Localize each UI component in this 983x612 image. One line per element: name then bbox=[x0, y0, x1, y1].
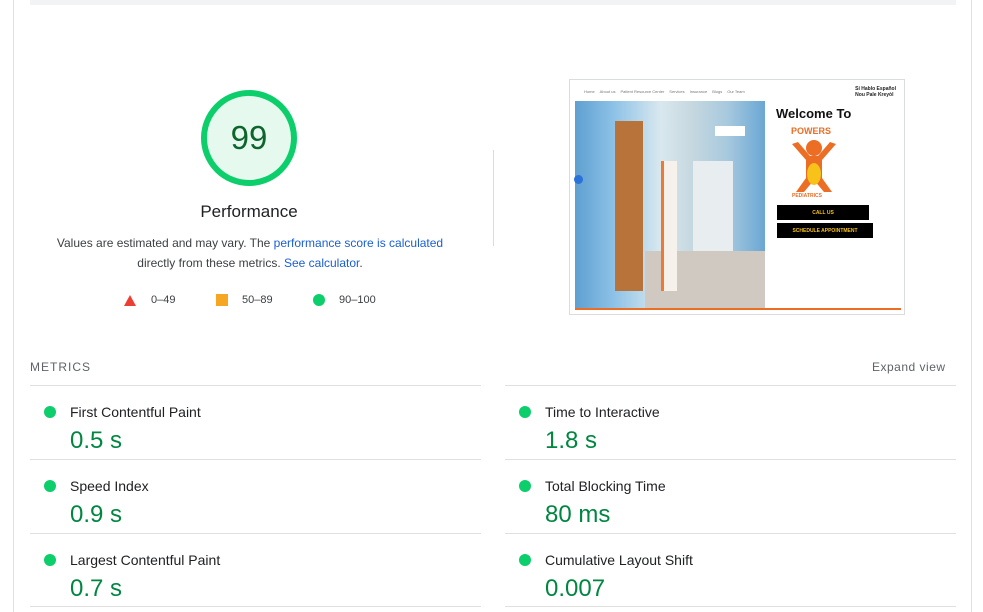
description-text-middle: directly from these metrics. bbox=[137, 256, 284, 270]
metric-value: 0.9 s bbox=[70, 501, 123, 528]
metrics-divider bbox=[505, 385, 956, 386]
pass-circle-icon bbox=[44, 480, 56, 492]
legend-pass: 90–100 bbox=[313, 292, 376, 308]
legend-average: 50–89 bbox=[216, 292, 273, 308]
legend-fail: 0–49 bbox=[124, 292, 175, 308]
legend-pass-label: 90–100 bbox=[339, 294, 376, 306]
thumbnail-hallway-photo bbox=[575, 101, 765, 308]
circle-icon bbox=[313, 294, 325, 306]
thumbnail-nav-item: Insurance bbox=[689, 89, 708, 94]
photo-door bbox=[615, 121, 643, 291]
thumbnail-accent-bar bbox=[575, 308, 901, 310]
metric-first-contentful-paint: First Contentful Paint 0.5 s bbox=[30, 391, 450, 461]
metric-name: Total Blocking Time bbox=[545, 478, 666, 494]
pass-circle-icon bbox=[519, 554, 531, 566]
legend-average-label: 50–89 bbox=[242, 294, 273, 306]
description-text: Values are estimated and may vary. The bbox=[56, 236, 274, 250]
thumbnail-schedule-button: SCHEDULE APPOINTMENT bbox=[777, 223, 873, 238]
thumbnail-nav-item: Blogs bbox=[712, 89, 723, 94]
pass-circle-icon bbox=[44, 406, 56, 418]
metric-value: 0.007 bbox=[545, 575, 606, 602]
thumbnail-nav-item: Our Team bbox=[727, 89, 745, 94]
accessibility-icon bbox=[574, 175, 583, 184]
metric-value: 0.5 s bbox=[70, 427, 123, 454]
metric-value: 1.8 s bbox=[545, 427, 598, 454]
thumbnail-nav-item: Patient Resource Center bbox=[620, 89, 665, 94]
metric-name: Cumulative Layout Shift bbox=[545, 552, 693, 568]
pass-circle-icon bbox=[519, 406, 531, 418]
section-divider bbox=[493, 150, 494, 246]
thumbnail-nav-item: Services bbox=[669, 89, 685, 94]
description-suffix: . bbox=[359, 256, 363, 270]
thumbnail-language-note: Sí Hablo Español Nou Pale Kreyòl bbox=[855, 86, 896, 98]
legend-fail-label: 0–49 bbox=[151, 294, 176, 306]
metric-name: First Contentful Paint bbox=[70, 404, 201, 420]
thumbnail-call-us-button: CALL US bbox=[777, 205, 869, 220]
metric-time-to-interactive: Time to Interactive 1.8 s bbox=[505, 391, 925, 461]
final-screenshot-thumbnail[interactable]: Home About us Patient Resource Center Se… bbox=[569, 79, 905, 315]
metric-name: Time to Interactive bbox=[545, 404, 660, 420]
thumbnail-nav: Home About us Patient Resource Center Se… bbox=[584, 89, 745, 94]
pass-circle-icon bbox=[44, 554, 56, 566]
report-frame-left-border bbox=[13, 0, 14, 612]
metrics-divider bbox=[30, 385, 481, 386]
metric-value: 0.7 s bbox=[70, 575, 123, 602]
thumbnail-nav-item: About us bbox=[599, 89, 616, 94]
photo-ceiling-light bbox=[715, 126, 745, 136]
square-icon bbox=[216, 294, 228, 306]
metric-cumulative-layout-shift: Cumulative Layout Shift 0.007 bbox=[505, 539, 925, 609]
see-calculator-link[interactable]: See calculator bbox=[284, 256, 359, 270]
thumbnail-welcome-heading: Welcome To bbox=[776, 106, 852, 121]
thumbnail-brand-bottom: PEDIATRICS bbox=[792, 193, 822, 199]
thumbnail-nav-item: Home bbox=[584, 89, 595, 94]
performance-title: Performance bbox=[200, 202, 298, 221]
metrics-heading: METRICS bbox=[30, 360, 91, 374]
metric-total-blocking-time: Total Blocking Time 80 ms bbox=[505, 465, 925, 535]
performance-score-link[interactable]: performance score is calculated bbox=[274, 236, 443, 250]
top-section-bar bbox=[30, 0, 956, 5]
metric-name: Speed Index bbox=[70, 478, 149, 494]
metric-speed-index: Speed Index 0.9 s bbox=[30, 465, 450, 535]
performance-description: Values are estimated and may vary. The p… bbox=[40, 233, 460, 273]
powers-pediatrics-logo-icon bbox=[792, 140, 836, 192]
metric-largest-contentful-paint: Largest Contentful Paint 0.7 s bbox=[30, 539, 450, 609]
metric-name: Largest Contentful Paint bbox=[70, 552, 221, 568]
report-frame-right-border bbox=[971, 0, 972, 612]
triangle-icon bbox=[124, 294, 136, 306]
performance-score-value: 99 bbox=[230, 119, 268, 156]
photo-poster bbox=[661, 161, 677, 291]
metric-value: 80 ms bbox=[545, 501, 611, 528]
expand-view-toggle[interactable]: Expand view bbox=[872, 360, 946, 374]
pass-circle-icon bbox=[519, 480, 531, 492]
thumbnail-lang-line2: Nou Pale Kreyòl bbox=[855, 92, 894, 98]
